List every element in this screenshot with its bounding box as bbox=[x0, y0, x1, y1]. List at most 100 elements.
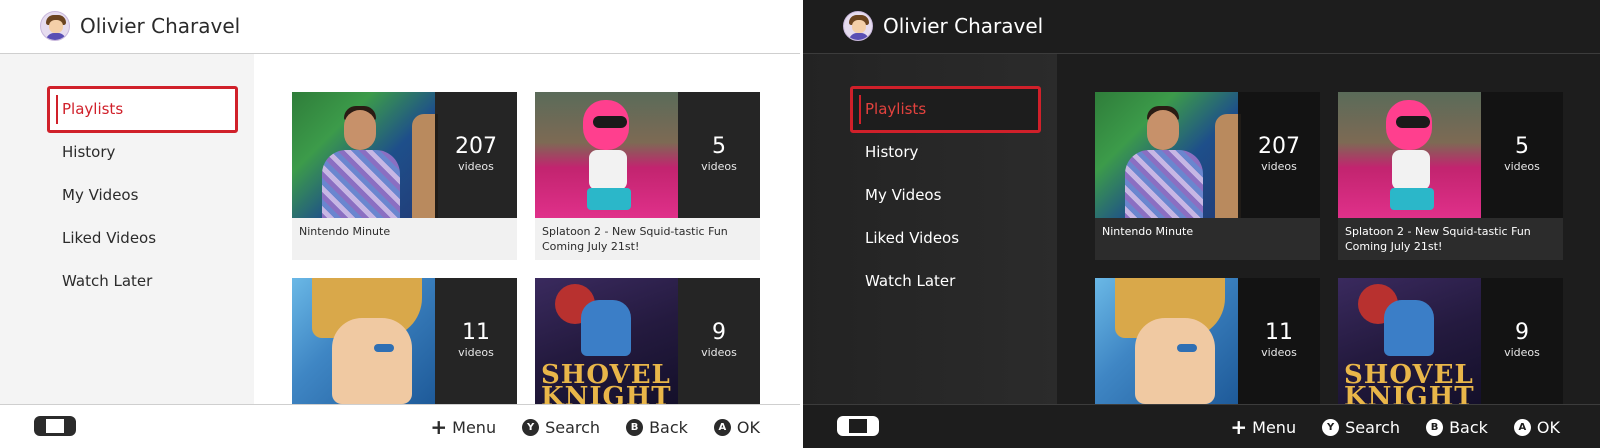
sidebar-item-my-videos[interactable]: My Videos bbox=[47, 172, 238, 219]
video-count: 11 bbox=[462, 320, 490, 345]
a-button-icon: A bbox=[713, 418, 731, 436]
sidebar-item-history[interactable]: History bbox=[850, 129, 1041, 176]
playlist-card-zelda[interactable]: 11 videos bbox=[292, 278, 517, 404]
user-avatar-icon[interactable] bbox=[40, 11, 70, 41]
video-count-unit: videos bbox=[1261, 346, 1297, 359]
video-count-badge: 5 videos bbox=[1481, 92, 1563, 218]
y-button-icon: Y bbox=[522, 418, 540, 436]
playlist-card-splatoon[interactable]: 5 videos Splatoon 2 - New Squid-tastic F… bbox=[1338, 92, 1563, 260]
sidebar-item-label: Watch Later bbox=[62, 272, 153, 290]
playlist-card-zelda[interactable]: 11 videos bbox=[1095, 278, 1320, 404]
sidebar-item-watch-later[interactable]: Watch Later bbox=[850, 258, 1041, 305]
playlist-card-nintendo-minute[interactable]: 207 videos Nintendo Minute bbox=[292, 92, 517, 260]
back-button[interactable]: B Back bbox=[626, 418, 688, 437]
playlist-card-nintendo-minute[interactable]: 207 videos Nintendo Minute bbox=[1095, 92, 1320, 260]
user-avatar-icon[interactable] bbox=[843, 11, 873, 41]
playlist-thumbnail: 5 videos bbox=[535, 92, 760, 218]
thumbnail-image bbox=[535, 92, 678, 218]
playlist-thumbnail: 11 videos bbox=[292, 278, 517, 404]
video-count-unit: videos bbox=[1504, 346, 1540, 359]
ok-label: OK bbox=[1536, 417, 1560, 437]
thumbnail-logo-text: SHOVEL KNIGHT bbox=[1344, 360, 1475, 404]
sidebar-item-label: Liked Videos bbox=[62, 229, 157, 247]
sidebar: Playlists History My Videos Liked Videos… bbox=[0, 54, 254, 404]
search-label: Search bbox=[1345, 417, 1401, 437]
ok-button[interactable]: A OK bbox=[1513, 417, 1560, 437]
back-label: Back bbox=[649, 417, 688, 437]
video-count-badge: 11 videos bbox=[435, 278, 517, 404]
switch-console-icon bbox=[34, 416, 76, 436]
header: Olivier Charavel bbox=[0, 0, 800, 54]
footer: + Menu Y Search B Back A OK bbox=[0, 404, 800, 448]
b-button-icon: B bbox=[1426, 418, 1444, 436]
menu-button[interactable]: + Menu bbox=[1230, 417, 1296, 437]
menu-label: Menu bbox=[452, 417, 497, 437]
video-count-badge: 9 videos bbox=[1481, 278, 1563, 404]
button-hints: + Menu Y Search B Back A OK bbox=[1204, 405, 1560, 448]
playlist-title: Splatoon 2 - New Squid-tastic Fun Coming… bbox=[535, 218, 760, 260]
video-count-badge: 11 videos bbox=[1238, 278, 1320, 404]
switch-console-icon bbox=[837, 416, 879, 436]
sidebar-item-watch-later[interactable]: Watch Later bbox=[47, 258, 238, 305]
video-count-unit: videos bbox=[458, 160, 494, 173]
video-count: 9 bbox=[1515, 320, 1529, 345]
video-count-badge: 5 videos bbox=[678, 92, 760, 218]
playlist-thumbnail: 207 videos bbox=[292, 92, 517, 218]
playlist-title: Nintendo Minute bbox=[292, 218, 517, 260]
sidebar-item-label: History bbox=[865, 143, 919, 161]
thumbnail-image bbox=[1095, 278, 1238, 404]
sidebar-item-liked-videos[interactable]: Liked Videos bbox=[47, 215, 238, 262]
video-count-badge: 207 videos bbox=[435, 92, 517, 218]
user-name: Olivier Charavel bbox=[883, 14, 1044, 38]
button-hints: + Menu Y Search B Back A OK bbox=[404, 405, 760, 448]
playlist-title: Nintendo Minute bbox=[1095, 218, 1320, 260]
dark-theme-screen: Olivier Charavel Playlists History My Vi… bbox=[803, 0, 1600, 448]
playlist-title: Splatoon 2 - New Squid-tastic Fun Coming… bbox=[1338, 218, 1563, 260]
video-count-unit: videos bbox=[701, 346, 737, 359]
light-theme-screen: Olivier Charavel Playlists History My Vi… bbox=[0, 0, 800, 448]
playlist-thumbnail: 11 videos bbox=[1095, 278, 1320, 404]
sidebar-item-history[interactable]: History bbox=[47, 129, 238, 176]
a-button-icon: A bbox=[1513, 418, 1531, 436]
thumbnail-logo-text: SHOVEL KNIGHT bbox=[541, 360, 672, 404]
plus-icon: + bbox=[1230, 415, 1248, 439]
video-count-unit: videos bbox=[1504, 160, 1540, 173]
playlist-thumbnail: 207 videos bbox=[1095, 92, 1320, 218]
sidebar-item-playlists[interactable]: Playlists bbox=[47, 86, 238, 133]
sidebar-item-label: Playlists bbox=[62, 100, 124, 118]
footer: + Menu Y Search B Back A OK bbox=[803, 404, 1600, 448]
search-button[interactable]: Y Search bbox=[1322, 418, 1400, 437]
ok-button[interactable]: A OK bbox=[713, 417, 760, 437]
sidebar-item-liked-videos[interactable]: Liked Videos bbox=[850, 215, 1041, 262]
search-button[interactable]: Y Search bbox=[522, 418, 600, 437]
search-label: Search bbox=[545, 417, 601, 437]
selection-indicator bbox=[56, 95, 58, 124]
video-count-unit: videos bbox=[458, 346, 494, 359]
back-label: Back bbox=[1449, 417, 1488, 437]
playlist-card-shovel-knight[interactable]: SHOVEL KNIGHT 9 videos bbox=[535, 278, 760, 404]
video-count-badge: 207 videos bbox=[1238, 92, 1320, 218]
playlist-thumbnail: SHOVEL KNIGHT 9 videos bbox=[535, 278, 760, 404]
header: Olivier Charavel bbox=[803, 0, 1600, 54]
video-count: 207 bbox=[1258, 134, 1300, 159]
video-count: 11 bbox=[1265, 320, 1293, 345]
thumbnail-image bbox=[1338, 92, 1481, 218]
ok-label: OK bbox=[736, 417, 760, 437]
video-count-badge: 9 videos bbox=[678, 278, 760, 404]
playlist-thumbnail: 5 videos bbox=[1338, 92, 1563, 218]
playlist-card-shovel-knight[interactable]: SHOVEL KNIGHT 9 videos bbox=[1338, 278, 1563, 404]
sidebar-item-playlists[interactable]: Playlists bbox=[850, 86, 1041, 133]
menu-label: Menu bbox=[1252, 417, 1297, 437]
menu-button[interactable]: + Menu bbox=[430, 417, 496, 437]
sidebar-item-my-videos[interactable]: My Videos bbox=[850, 172, 1041, 219]
video-count: 5 bbox=[1515, 134, 1529, 159]
back-button[interactable]: B Back bbox=[1426, 418, 1488, 437]
sidebar-item-label: My Videos bbox=[865, 186, 942, 204]
video-count: 9 bbox=[712, 320, 726, 345]
video-count: 5 bbox=[712, 134, 726, 159]
video-count-unit: videos bbox=[1261, 160, 1297, 173]
thumbnail-image: SHOVEL KNIGHT bbox=[535, 278, 678, 404]
thumbnail-image: SHOVEL KNIGHT bbox=[1338, 278, 1481, 404]
playlist-card-splatoon[interactable]: 5 videos Splatoon 2 - New Squid-tastic F… bbox=[535, 92, 760, 260]
y-button-icon: Y bbox=[1322, 418, 1340, 436]
